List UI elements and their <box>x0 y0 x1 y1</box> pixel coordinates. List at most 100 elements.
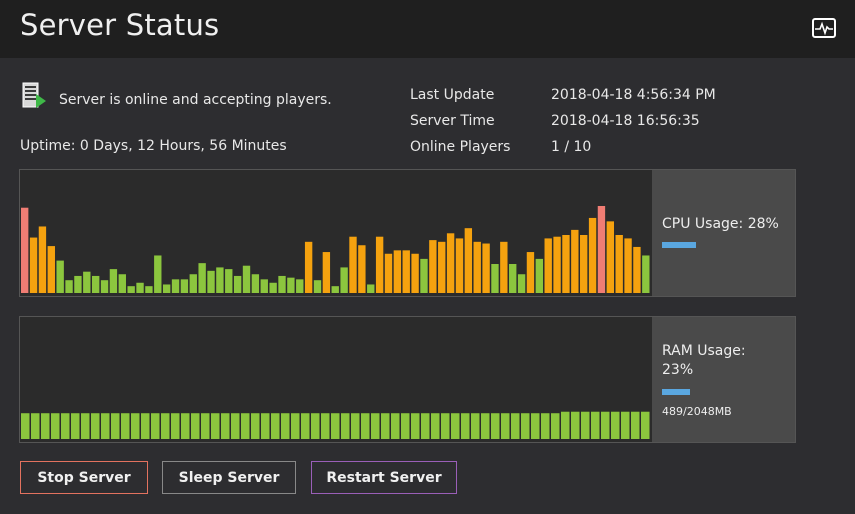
ram-history-bar <box>81 413 90 439</box>
cpu-history-bar <box>384 253 393 293</box>
ram-history-bar <box>491 413 500 439</box>
cpu-history-bar <box>225 269 233 293</box>
ram-history-bar <box>391 413 400 439</box>
cpu-history-bar <box>633 246 641 293</box>
cpu-usage-label: CPU Usage: 28% <box>662 216 779 232</box>
cpu-history-bar <box>393 250 402 293</box>
cpu-history-bar <box>242 265 251 293</box>
cpu-history-bar <box>642 255 650 293</box>
cpu-history-bar <box>47 246 55 293</box>
cpu-history-bar <box>56 260 64 293</box>
cpu-history-bar <box>296 279 304 293</box>
server-time-value: 2018-04-18 16:56:35 <box>551 113 700 129</box>
cpu-history-bar <box>38 226 47 293</box>
cpu-history-bar <box>109 269 118 293</box>
cpu-history-bar <box>349 236 357 293</box>
cpu-history-bar <box>562 235 570 293</box>
cpu-history-bar <box>207 270 215 293</box>
ram-history-bar <box>381 413 390 439</box>
ram-history-bar <box>591 411 600 439</box>
cpu-history-bar <box>189 274 197 293</box>
header-bar: Server Status <box>0 0 855 58</box>
ram-history-bar <box>161 413 170 439</box>
ram-history-bar <box>371 413 380 439</box>
ram-history-bar <box>561 411 570 439</box>
cpu-history-bar <box>500 241 508 293</box>
ram-history-bar <box>221 413 230 439</box>
cpu-history-bar <box>145 286 153 293</box>
cpu-history-bar <box>65 280 73 293</box>
online-players-value: 1 / 10 <box>551 139 592 155</box>
ram-history-bar <box>281 413 290 439</box>
ram-usage-meter <box>662 389 691 395</box>
cpu-history-bar <box>233 275 242 293</box>
ram-history-bar <box>51 413 60 439</box>
ram-history-bar <box>511 413 520 439</box>
sleep-server-button[interactable]: Sleep Server <box>162 461 296 494</box>
ram-usage-label: RAM Usage: <box>662 343 746 359</box>
ram-history-bar <box>131 413 140 439</box>
ram-history-bar <box>141 413 150 439</box>
ram-history-bar <box>411 413 420 439</box>
ram-history-bar <box>571 411 580 439</box>
ram-history-bar <box>611 411 620 439</box>
ram-history-chart <box>21 411 650 439</box>
cpu-history-bar <box>615 235 623 293</box>
ram-history-bar <box>41 413 50 439</box>
cpu-history-bar <box>473 241 481 293</box>
ram-history-bar <box>421 413 430 439</box>
ram-history-bar <box>171 413 180 439</box>
cpu-history-bar <box>260 279 268 293</box>
cpu-history-bar <box>597 206 606 293</box>
cpu-history-bar <box>535 258 544 293</box>
cpu-history-bar <box>429 240 437 293</box>
cpu-history-bar <box>322 252 331 293</box>
cpu-history-bar <box>517 274 526 293</box>
ram-history-bar <box>581 411 590 439</box>
cpu-history-bar <box>464 228 473 293</box>
cpu-history-bar <box>624 238 632 293</box>
ram-history-bar <box>241 413 250 439</box>
server-online-icon <box>22 82 48 112</box>
cpu-history-bar <box>438 241 446 293</box>
uptime-text: Uptime: 0 Days, 12 Hours, 56 Minutes <box>20 138 287 154</box>
ram-history-bar <box>191 413 200 439</box>
cpu-history-bar <box>606 221 614 293</box>
ram-history-bar <box>361 413 370 439</box>
ram-history-bar <box>471 413 480 439</box>
cpu-history-bar <box>127 286 135 293</box>
cpu-history-bar <box>420 258 428 293</box>
ram-history-bar <box>331 413 340 439</box>
cpu-history-bar <box>544 238 552 293</box>
cpu-history-bar <box>216 267 224 293</box>
ram-history-bar <box>111 413 120 439</box>
ram-history-bar <box>71 413 80 439</box>
stop-server-button[interactable]: Stop Server <box>20 461 148 494</box>
cpu-history-chart <box>21 206 650 293</box>
cpu-history-bar <box>180 279 189 293</box>
ram-history-bar <box>311 413 320 439</box>
cpu-history-bar <box>269 282 277 293</box>
last-update-value: 2018-04-18 4:56:34 PM <box>551 87 716 103</box>
page-title: Server Status <box>20 8 220 42</box>
ram-history-bar <box>601 411 610 439</box>
restart-server-button[interactable]: Restart Server <box>311 461 457 494</box>
online-players-label: Online Players <box>410 139 511 155</box>
cpu-history-bar <box>278 275 286 293</box>
ram-panel: RAM Usage: 23% 489/2048MB <box>19 316 796 443</box>
cpu-history-bar <box>571 229 579 293</box>
ram-history-bar <box>641 411 650 439</box>
ram-history-bar <box>151 413 160 439</box>
cpu-history-bar <box>491 264 499 293</box>
ram-history-bar <box>541 413 550 439</box>
ram-history-bar <box>501 413 510 439</box>
ram-history-bar <box>231 413 240 439</box>
cpu-history-bar <box>402 250 410 293</box>
ram-history-bar <box>211 413 220 439</box>
cpu-history-bar <box>29 237 38 293</box>
cpu-history-bar <box>171 279 180 293</box>
cpu-summary: CPU Usage: 28% <box>652 170 795 296</box>
activity-monitor-icon[interactable] <box>812 18 836 38</box>
ram-history-bar <box>451 413 460 439</box>
cpu-history-bar <box>367 284 375 293</box>
